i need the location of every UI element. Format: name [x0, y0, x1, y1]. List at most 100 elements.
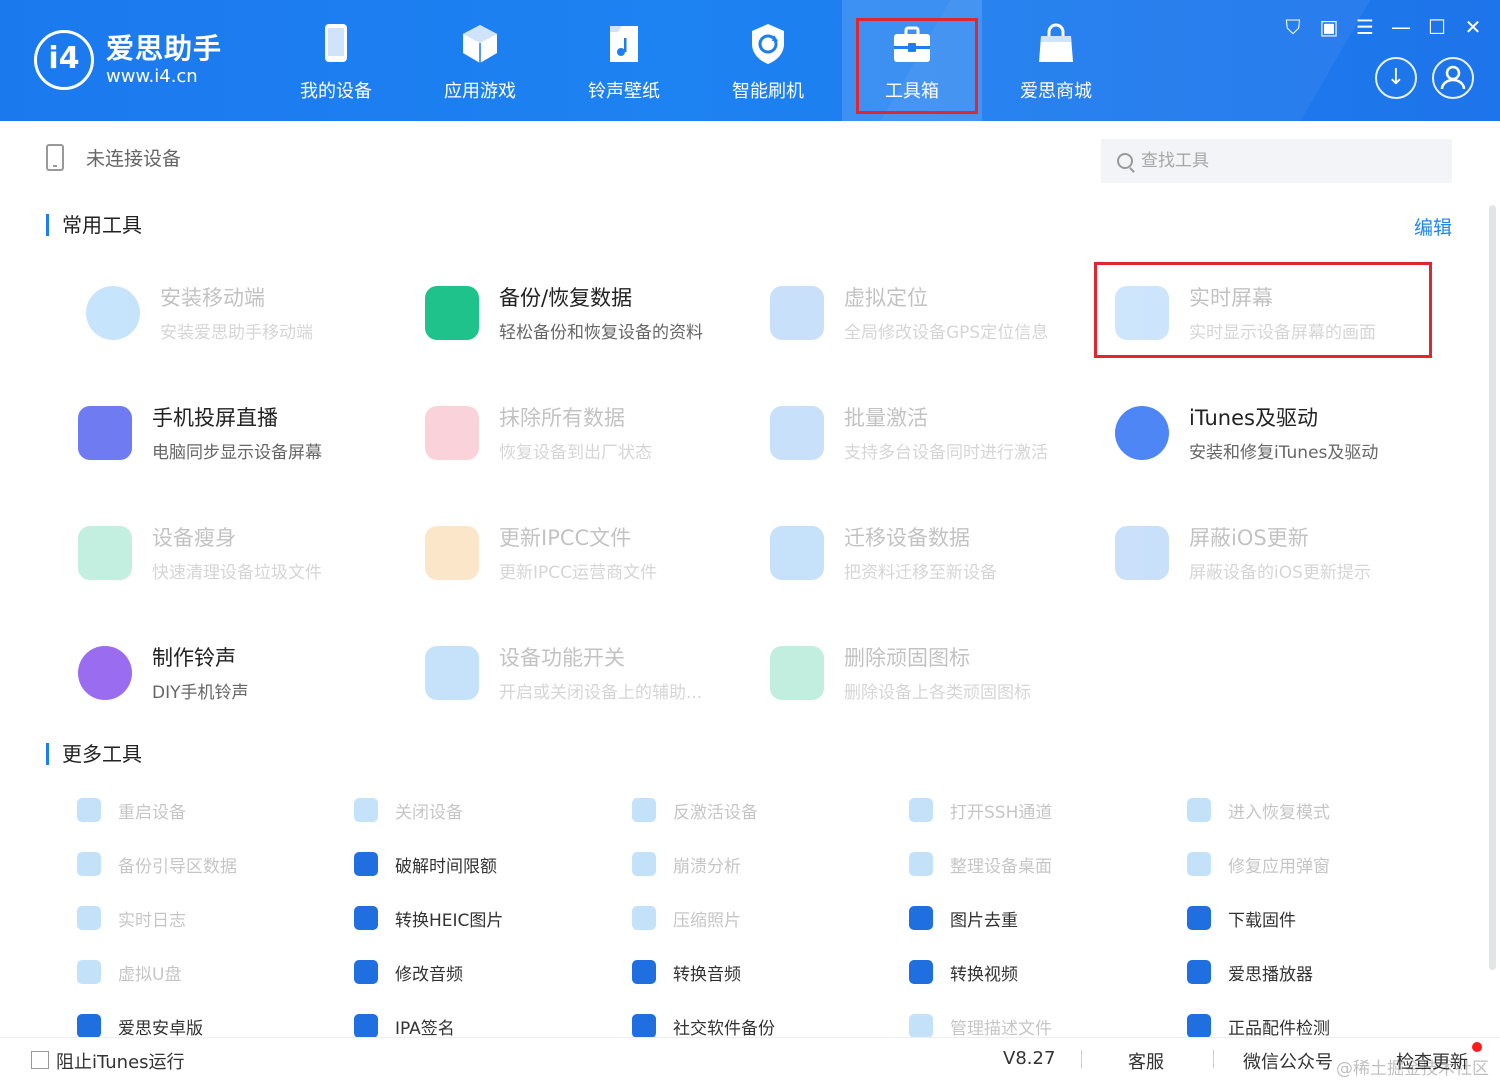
tool-desc: 电脑同步显示设备屏幕 [152, 443, 322, 463]
itunes-driver-icon [1115, 406, 1169, 460]
account-button[interactable] [1432, 57, 1474, 99]
shopping-bag-icon [1039, 23, 1073, 62]
music-file-icon [610, 26, 638, 62]
edit-link[interactable]: 编辑 [1414, 213, 1452, 240]
tool-desc: 屏蔽设备的iOS更新提示 [1189, 563, 1371, 583]
maximize-icon: ☐ [1428, 15, 1446, 39]
tool-card[interactable]: 抹除所有数据 恢复设备到出厂状态 [425, 396, 745, 476]
tool-icon [1187, 852, 1211, 876]
tool-desc: 支持多台设备同时进行激活 [844, 443, 1048, 463]
more-tool-item[interactable]: 崩溃分析 [632, 849, 741, 879]
maximize-button[interactable]: ☐ [1425, 15, 1449, 39]
tool-icon [909, 852, 933, 876]
tool-desc: 安装和修复iTunes及驱动 [1189, 443, 1379, 463]
more-tool-label: 爱思安卓版 [118, 1018, 203, 1039]
refresh-shield-icon [752, 24, 784, 64]
more-tool-label: 破解时间限额 [395, 856, 497, 877]
tool-icon [77, 960, 101, 984]
tool-card[interactable]: 删除顽固图标 删除设备上各类顽固图标 [770, 636, 1090, 716]
more-tool-item[interactable]: 转换音频 [632, 957, 741, 987]
block-itunes-label[interactable]: 阻止iTunes运行 [56, 1048, 185, 1074]
more-tool-item[interactable]: 实时日志 [77, 903, 186, 933]
minimize-button[interactable]: — [1389, 15, 1413, 39]
scrollbar[interactable] [1489, 205, 1496, 970]
more-tool-item[interactable]: 关闭设备 [354, 795, 463, 825]
tool-icon [77, 906, 101, 930]
tool-card[interactable]: 设备功能开关 开启或关闭设备上的辅助... [425, 636, 745, 716]
tool-desc: 更新IPCC运营商文件 [499, 563, 658, 583]
tool-card[interactable]: 虚拟定位 全局修改设备GPS定位信息 [770, 276, 1090, 356]
customer-service-link[interactable]: 客服 [1128, 1048, 1164, 1074]
more-tool-item[interactable]: 进入恢复模式 [1187, 795, 1330, 825]
nav-my-device[interactable]: 我的设备 [266, 0, 406, 121]
menu-button[interactable]: ☰ [1353, 15, 1377, 39]
more-tool-item[interactable]: 爱思播放器 [1187, 957, 1313, 987]
tool-icon [909, 1014, 933, 1038]
feedback-button[interactable]: ▣ [1317, 15, 1341, 39]
tool-title: 设备功能开关 [499, 646, 625, 670]
more-tool-item[interactable]: 修改音频 [354, 957, 463, 987]
tool-title: 手机投屏直播 [152, 406, 278, 430]
tool-title: 更新IPCC文件 [499, 526, 632, 550]
tool-card[interactable]: 屏蔽iOS更新屏蔽设备的iOS更新提示 [1115, 516, 1435, 596]
divider [1213, 1050, 1214, 1068]
tool-card[interactable]: iTunes及驱动 安装和修复iTunes及驱动 [1115, 396, 1435, 476]
tool-desc: 安装爱思助手移动端 [160, 323, 313, 343]
search-box[interactable] [1101, 139, 1452, 183]
close-button[interactable]: ✕ [1461, 15, 1485, 39]
tool-card[interactable]: 迁移设备数据 把资料迁移至新设备 [770, 516, 1090, 596]
tool-title: 屏蔽iOS更新 [1189, 526, 1309, 550]
nav-store[interactable]: 爱思商城 [986, 0, 1126, 121]
feature-switch-icon [425, 646, 479, 700]
more-tool-item[interactable]: 转换HEIC图片 [354, 903, 503, 933]
tool-desc: DIY手机铃声 [152, 683, 249, 703]
tool-card[interactable]: 手机投屏直播电脑同步显示设备屏幕 [78, 396, 398, 476]
tool-card[interactable]: 更新IPCC文件更新IPCC运营商文件 [425, 516, 745, 596]
more-tool-item[interactable]: 修复应用弹窗 [1187, 849, 1330, 879]
nav-smart-flash[interactable]: 智能刷机 [698, 0, 838, 121]
tool-card[interactable]: 安装移动端 安装爱思助手移动端 [86, 276, 406, 356]
app-logo: i4 [34, 30, 94, 90]
tool-icon [909, 798, 933, 822]
more-tool-label: 打开SSH通道 [950, 802, 1053, 823]
location-pin-icon [770, 286, 824, 340]
tool-icon [77, 798, 101, 822]
more-tool-item[interactable]: 图片去重 [909, 903, 1018, 933]
more-tool-item[interactable]: 重启设备 [77, 795, 186, 825]
download-button[interactable]: ↓ [1375, 57, 1417, 99]
phone-icon [325, 24, 347, 62]
more-tool-item[interactable]: 转换视频 [909, 957, 1018, 987]
more-tool-item[interactable]: 反激活设备 [632, 795, 758, 825]
more-tool-label: 爱思播放器 [1228, 964, 1313, 985]
tool-icon [1187, 798, 1211, 822]
tool-card[interactable]: 设备瘦身 快速清理设备垃圾文件 [78, 516, 398, 596]
tool-icon [632, 1014, 656, 1038]
realtime-screen-highlight-box [1094, 262, 1432, 358]
nav-label: 我的设备 [300, 81, 372, 102]
tool-title: 批量激活 [844, 406, 928, 430]
wechat-link[interactable]: 微信公众号 [1243, 1048, 1333, 1074]
more-tool-item[interactable]: 破解时间限额 [354, 849, 497, 879]
nav-apps-games[interactable]: 应用游戏 [410, 0, 550, 121]
tool-icon [354, 906, 378, 930]
tool-card[interactable]: 备份/恢复数据 轻松备份和恢复设备的资料 [425, 276, 745, 356]
more-tool-item[interactable]: 备份引导区数据 [77, 849, 237, 879]
tool-card[interactable]: 制作铃声 DIY手机铃声 [78, 636, 398, 716]
block-itunes-checkbox[interactable] [31, 1051, 49, 1069]
more-tool-item[interactable]: 下载固件 [1187, 903, 1296, 933]
tool-desc: 删除设备上各类顽固图标 [844, 683, 1031, 703]
divider [1081, 1050, 1082, 1068]
more-tool-label: 转换音频 [673, 964, 741, 985]
cube-icon [463, 25, 497, 63]
skin-button[interactable]: ⛉ [1281, 15, 1305, 39]
more-tool-item[interactable]: 整理设备桌面 [909, 849, 1052, 879]
search-input[interactable] [1141, 151, 1441, 171]
more-tool-item[interactable]: 打开SSH通道 [909, 795, 1052, 825]
ipcc-file-icon [425, 526, 479, 580]
more-tool-label: 图片去重 [950, 910, 1018, 931]
close-icon: ✕ [1464, 15, 1482, 39]
more-tool-item[interactable]: 虚拟U盘 [77, 957, 181, 987]
more-tool-item[interactable]: 压缩照片 [632, 903, 741, 933]
tool-card[interactable]: 批量激活支持多台设备同时进行激活 [770, 396, 1090, 476]
nav-ringtones-wallpapers[interactable]: 铃声壁纸 [554, 0, 694, 121]
